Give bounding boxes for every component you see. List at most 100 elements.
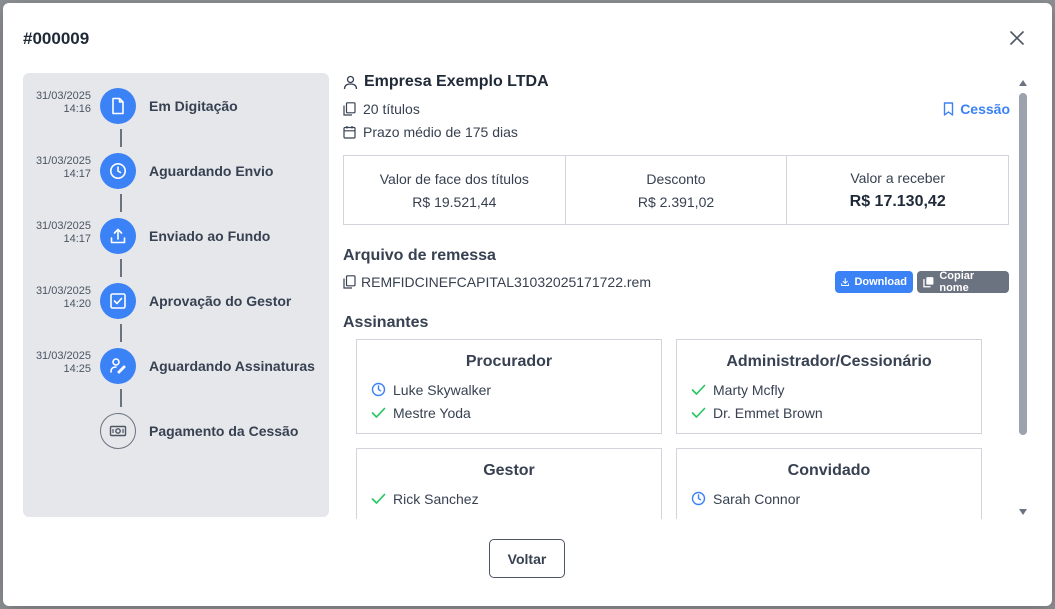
signer-list: Sarah Connor [691,487,981,510]
cession-details-modal: #000009 31/03/2025 14:16 Em Digitação 31… [3,3,1052,606]
signer-item: Rick Sanchez [371,487,661,510]
step-label: Em Digitação [149,98,238,114]
download-button[interactable]: Download [835,271,913,293]
signer-item: Mestre Yoda [371,401,661,424]
signer-item: Marty Mcfly [691,378,981,401]
signer-group-administrador: Administrador/Cessionário Marty Mcfly Dr… [676,339,982,434]
signer-group-gestor: Gestor Rick Sanchez [356,448,662,519]
signer-name: Luke Skywalker [393,381,492,398]
copy-icon [343,275,356,289]
step-label: Pagamento da Cessão [149,423,299,439]
step-circle [100,348,136,384]
timeline-step-pagamento-da-cessao: Pagamento da Cessão [23,413,329,449]
cessao-label: Cessão [960,101,1010,117]
close-button[interactable] [1007,28,1027,48]
average-term: Prazo médio de 175 dias [363,124,518,140]
scroll-up-arrow-icon[interactable] [1019,80,1027,86]
step-label: Aprovação do Gestor [149,293,292,309]
value-label: Valor de face dos títulos [379,170,529,187]
signer-list: Marty Mcfly Dr. Emmet Brown [691,378,981,424]
value-label: Desconto [646,170,706,187]
cessao-link[interactable]: Cessão [943,101,1010,117]
step-date: 31/03/2025 [35,350,91,362]
timeline-connector [120,259,122,277]
titles-count-row: 20 títulos [343,101,420,117]
signer-name: Dr. Emmet Brown [713,404,823,421]
signer-item: Sarah Connor [691,487,981,510]
remittance-filename: REMFIDCINEFCAPITAL31032025171722.rem [361,274,651,290]
clock-icon [371,382,386,397]
user-icon [343,75,358,89]
values-summary: Valor de face dos títulos R$ 19.521,44 D… [343,155,1009,225]
signer-name: Mestre Yoda [393,404,471,421]
value-amount: R$ 17.130,42 [849,192,946,210]
timeline-step-aguardando-envio: 31/03/2025 14:17 Aguardando Envio [23,153,329,189]
calendar-icon [343,126,356,139]
upload-icon [110,228,126,244]
check-icon [691,384,706,395]
signer-group-title: Procurador [465,353,553,370]
check-icon [371,407,386,418]
close-icon [1010,31,1024,45]
titles-count: 20 títulos [363,101,420,117]
step-datetime: 31/03/2025 14:16 [23,90,91,116]
step-circle [100,153,136,189]
signer-name: Rick Sanchez [393,490,479,507]
step-circle [100,88,136,124]
copy-icon [923,277,934,288]
timeline-step-em-digitacao: 31/03/2025 14:16 Em Digitação [23,88,329,124]
value-label: Valor a receber [850,169,946,186]
step-date: 31/03/2025 [35,155,91,167]
clock-icon [110,163,126,179]
modal-title: #000009 [23,29,90,48]
signer-item: Dr. Emmet Brown [691,401,981,424]
step-datetime: 31/03/2025 14:25 [23,350,91,376]
signature-icon [110,358,126,374]
bookmark-icon [943,102,954,116]
status-timeline: 31/03/2025 14:16 Em Digitação 31/03/2025… [23,73,329,517]
step-time: 14:25 [63,363,91,375]
discount-cell: Desconto R$ 2.391,02 [566,156,788,224]
download-icon [841,277,850,287]
signers-title: Assinantes [343,314,429,331]
average-term-row: Prazo médio de 175 dias [343,124,518,140]
scroll-down-arrow-icon[interactable] [1019,509,1027,515]
step-label: Aguardando Envio [149,163,274,179]
timeline-step-aprovacao-do-gestor: 31/03/2025 14:20 Aprovação do Gestor [23,283,329,319]
signer-name: Sarah Connor [713,490,801,507]
signer-group-procurador: Procurador Luke Skywalker Mestre Yoda [356,339,662,434]
copy-name-label: Copiar nome [939,270,975,294]
timeline-connector [120,129,122,147]
signer-group-title: Gestor [483,462,535,479]
receivable-cell: Valor a receber R$ 17.130,42 [787,156,1008,224]
check-icon [371,493,386,504]
download-label: Download [854,276,907,288]
signer-name: Marty Mcfly [713,381,785,398]
back-button[interactable]: Voltar [489,539,565,578]
signer-group-title: Convidado [787,462,871,479]
step-circle [100,218,136,254]
step-datetime: 31/03/2025 14:17 [23,220,91,246]
signer-group-title: Administrador/Cessionário [726,353,932,370]
signer-list: Rick Sanchez [371,487,661,510]
step-date: 31/03/2025 [35,285,91,297]
signer-list: Luke Skywalker Mestre Yoda [371,378,661,424]
clock-icon [691,491,706,506]
value-amount: R$ 19.521,44 [412,193,497,210]
copy-name-button[interactable]: Copiar nome [917,270,1009,294]
remittance-file-row: REMFIDCINEFCAPITAL31032025171722.rem [343,274,651,290]
check-icon [691,407,706,418]
content-scrollbar[interactable] [1017,77,1029,517]
step-label: Aguardando Assinaturas [149,358,315,374]
step-date: 31/03/2025 [35,220,91,232]
face-value-cell: Valor de face dos títulos R$ 19.521,44 [344,156,566,224]
scroll-thumb[interactable] [1019,93,1027,435]
step-time: 14:16 [63,103,91,115]
step-label: Enviado ao Fundo [149,228,271,244]
step-time: 14:20 [63,298,91,310]
step-datetime: 31/03/2025 14:17 [23,155,91,181]
copy-icon [343,102,356,116]
step-time: 14:17 [63,233,91,245]
remittance-title: Arquivo de remessa [343,247,496,264]
signer-group-convidado: Convidado Sarah Connor [676,448,982,519]
